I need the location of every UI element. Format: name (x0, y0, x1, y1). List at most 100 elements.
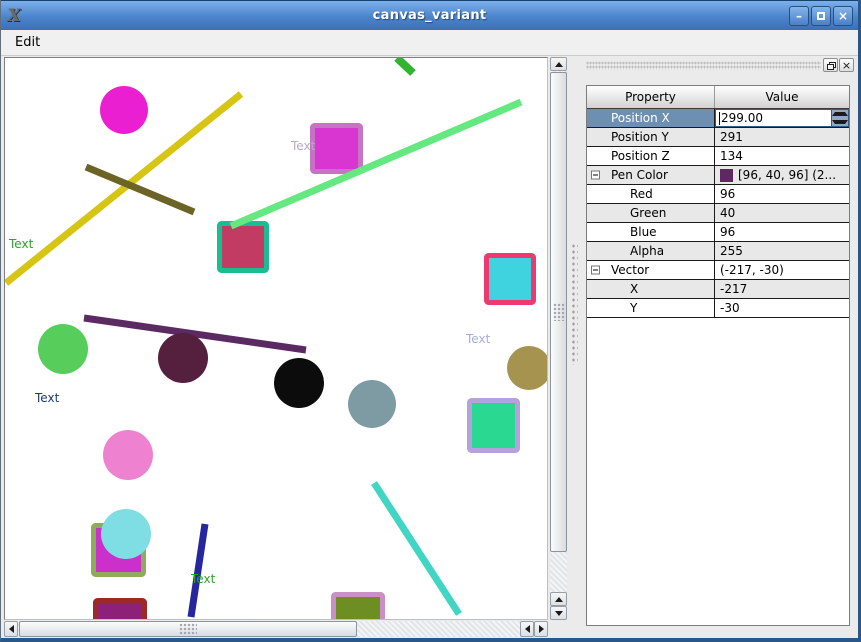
collapse-icon[interactable] (591, 266, 600, 275)
black-circle[interactable] (274, 358, 324, 408)
text-label-green-bottom[interactable]: Text (190, 572, 216, 586)
scroll-down-button[interactable] (550, 606, 567, 620)
spin-down-button[interactable] (832, 118, 848, 126)
scroll-right-button[interactable] (534, 621, 548, 637)
window-title: canvas_variant (1, 8, 858, 23)
orchid-square[interactable] (313, 126, 361, 172)
close-icon: × (838, 10, 848, 22)
vscroll-thumb[interactable] (550, 72, 567, 552)
property-cell[interactable]: Position X (587, 109, 715, 127)
property-cell[interactable]: Position Y (587, 128, 715, 146)
property-cell[interactable]: Pen Color (587, 166, 715, 184)
dock-float-button[interactable] (823, 58, 838, 72)
value-cell[interactable]: [96, 40, 96] (2... (715, 166, 849, 184)
table-row[interactable]: Green 40 (587, 204, 849, 223)
text-label-muted[interactable]: Text (290, 139, 316, 153)
property-cell[interactable]: Vector (587, 261, 715, 279)
maximize-button[interactable] (811, 6, 831, 26)
light-cyan-circle[interactable] (101, 509, 151, 559)
table-row[interactable]: X -217 (587, 280, 849, 299)
table-row[interactable]: Red 96 (587, 185, 849, 204)
canvas-viewport[interactable]: Text Text Text Text Text (4, 57, 548, 620)
slate-circle[interactable] (348, 380, 396, 428)
table-row[interactable]: Blue 96 (587, 223, 849, 242)
value-cell[interactable]: (-217, -30) (715, 261, 849, 279)
spring-green-line[interactable] (231, 102, 521, 226)
property-dock: × Property Value Position X 299.00 (581, 56, 858, 638)
spin-up-button[interactable] (832, 110, 848, 118)
close-button[interactable]: × (833, 6, 853, 26)
position-x-spinbox[interactable]: 299.00 (715, 109, 849, 127)
springgreen-lavender-square[interactable] (470, 401, 518, 451)
collapse-icon[interactable] (591, 171, 600, 180)
scroll-up-button[interactable] (550, 57, 567, 71)
property-label: Position Y (611, 130, 669, 144)
property-cell[interactable]: Green (587, 204, 715, 222)
title-bar[interactable]: X canvas_variant – × (1, 0, 858, 30)
green-circle[interactable] (38, 324, 88, 374)
scroll-up-button-2[interactable] (550, 592, 567, 606)
horizontal-scrollbar[interactable] (4, 621, 548, 637)
text-label-navy[interactable]: Text (34, 391, 60, 405)
value-cell[interactable]: 291 (715, 128, 849, 146)
value-cell[interactable]: 96 (715, 223, 849, 241)
value-cell[interactable]: 299.00 (715, 109, 849, 127)
property-label: Green (630, 206, 666, 220)
value-cell[interactable]: -30 (715, 299, 849, 317)
short-green-line[interactable] (397, 58, 413, 73)
text-label-periwinkle[interactable]: Text (465, 332, 491, 346)
dock-close-button[interactable]: × (839, 58, 854, 72)
table-row[interactable]: Position Y 291 (587, 128, 849, 147)
grip-dots-icon (179, 623, 197, 635)
value-cell[interactable]: -217 (715, 280, 849, 298)
dock-title-bar[interactable]: × (583, 58, 856, 72)
property-cell[interactable]: Red (587, 185, 715, 203)
magenta-circle[interactable] (100, 86, 148, 134)
navy-line[interactable] (191, 524, 205, 617)
table-row[interactable]: Alpha 255 (587, 242, 849, 261)
crimson-teal-square[interactable] (220, 224, 267, 271)
value-text: 291 (720, 130, 743, 144)
property-cell[interactable]: Alpha (587, 242, 715, 260)
purple-darkred-rect[interactable] (96, 601, 145, 620)
pink-circle[interactable] (103, 430, 153, 480)
property-label: Position X (611, 111, 670, 125)
prop-rows: Position X 299.00 Position Y 291 (587, 109, 849, 318)
table-row[interactable]: Position Z 134 (587, 147, 849, 166)
khaki-circle[interactable] (507, 346, 547, 390)
table-header: Property Value (587, 86, 849, 109)
value-cell[interactable]: 40 (715, 204, 849, 222)
header-property[interactable]: Property (587, 86, 715, 108)
olive-plum-square[interactable] (334, 595, 383, 620)
value-cell[interactable]: 134 (715, 147, 849, 165)
left-arrow-icon (9, 625, 14, 633)
grip-dots-icon (553, 303, 565, 321)
property-cell[interactable]: Blue (587, 223, 715, 241)
value-text: -30 (720, 301, 740, 315)
down-arrow-icon (555, 611, 563, 616)
table-row[interactable]: Position X 299.00 (587, 109, 849, 128)
table-row[interactable]: Y -30 (587, 299, 849, 318)
header-value[interactable]: Value (715, 86, 849, 108)
cyan-pink-square[interactable] (487, 256, 534, 303)
splitter-handle[interactable] (567, 56, 581, 638)
menu-edit[interactable]: Edit (1, 33, 50, 52)
table-row[interactable]: Pen Color [96, 40, 96] (2... (587, 166, 849, 185)
property-label: Pen Color (611, 168, 668, 182)
property-cell[interactable]: X (587, 280, 715, 298)
scroll-left-button[interactable] (4, 621, 18, 637)
property-cell[interactable]: Position Z (587, 147, 715, 165)
maroon-circle[interactable] (158, 333, 208, 383)
text-label-green-left[interactable]: Text (8, 237, 34, 251)
turquoise-line[interactable] (374, 483, 459, 614)
vertical-scrollbar[interactable] (550, 57, 567, 620)
value-cell[interactable]: 255 (715, 242, 849, 260)
value-cell[interactable]: 96 (715, 185, 849, 203)
table-row[interactable]: Vector (-217, -30) (587, 261, 849, 280)
minimize-button[interactable]: – (789, 6, 809, 26)
hscroll-thumb[interactable] (19, 621, 357, 637)
property-label: Position Z (611, 149, 670, 163)
property-table: Property Value Position X 299.00 (586, 85, 850, 626)
property-cell[interactable]: Y (587, 299, 715, 317)
scroll-left-button-2[interactable] (520, 621, 534, 637)
